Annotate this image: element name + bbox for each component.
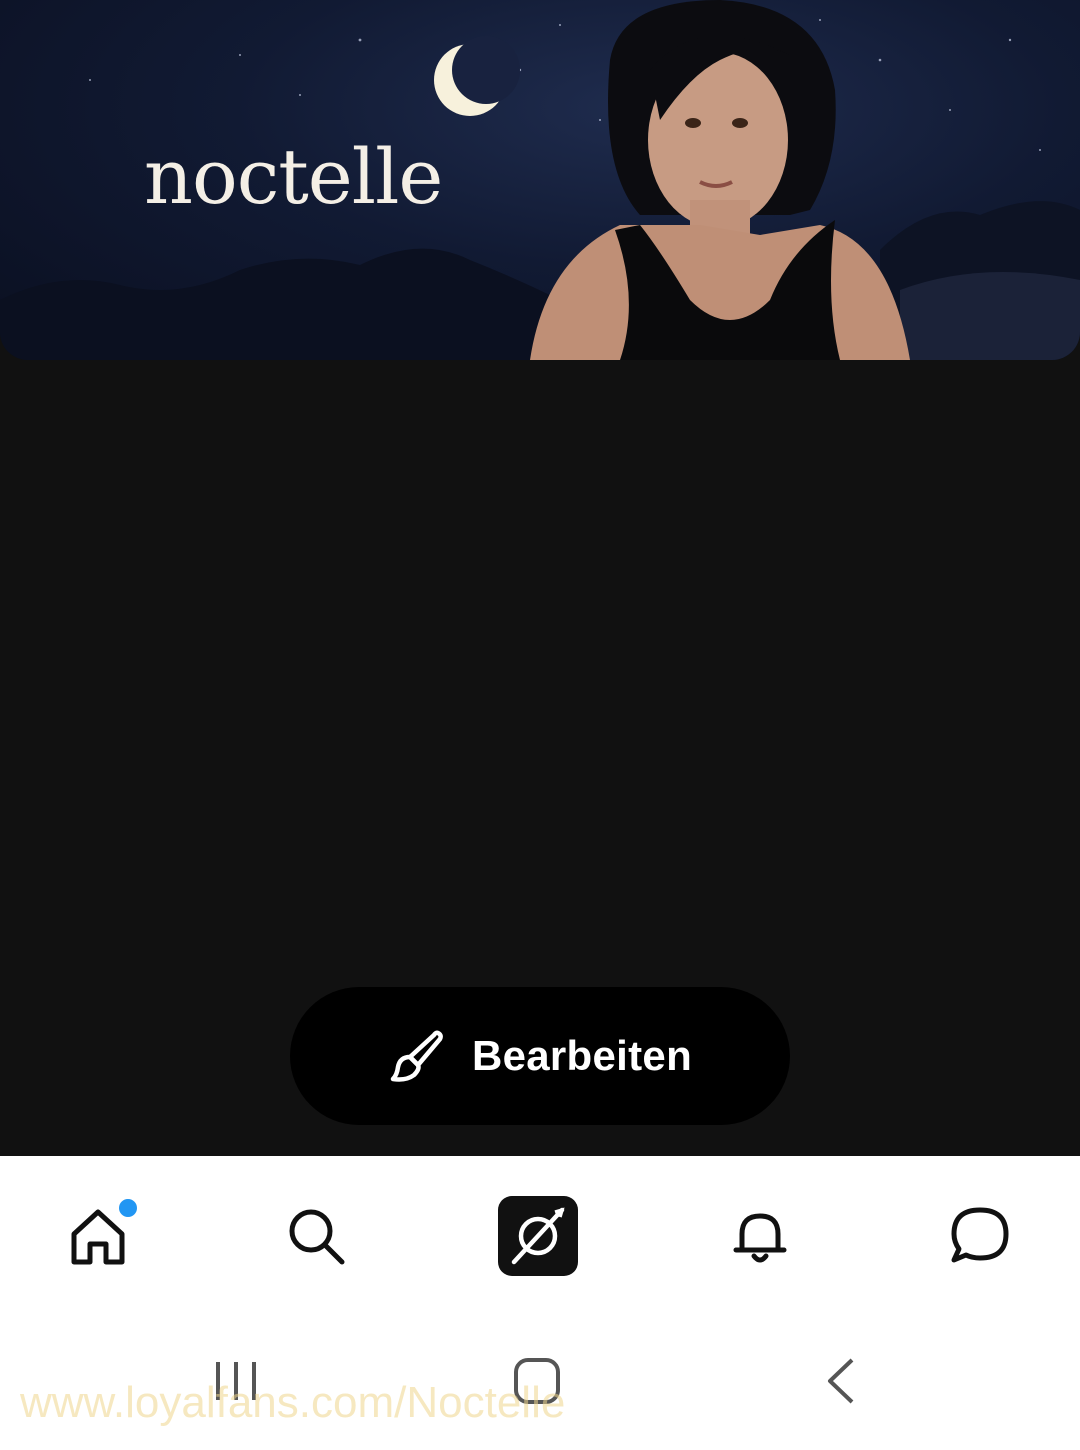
moon-icon xyxy=(434,36,520,116)
bottom-navigation xyxy=(0,1156,1080,1316)
back-button[interactable] xyxy=(816,1356,868,1406)
profile-person-image xyxy=(530,0,910,360)
home-button[interactable] xyxy=(512,1356,564,1406)
back-chevron-icon xyxy=(828,1358,854,1404)
brand-logo-text: noctelle xyxy=(144,132,443,221)
nav-notifications[interactable] xyxy=(720,1196,800,1276)
app-tile xyxy=(498,1196,578,1276)
search-icon xyxy=(289,1209,345,1265)
app-logo-icon xyxy=(511,1207,565,1265)
bell-icon xyxy=(733,1213,787,1263)
recents-button[interactable] xyxy=(210,1356,262,1406)
home-square-icon xyxy=(514,1358,560,1404)
nav-messages[interactable] xyxy=(940,1196,1020,1276)
recents-icon xyxy=(216,1362,256,1400)
nav-home[interactable] xyxy=(58,1196,140,1276)
nav-app[interactable] xyxy=(498,1196,578,1276)
chat-bubble-icon xyxy=(951,1207,1009,1263)
paintbrush-icon xyxy=(390,1030,443,1082)
system-navigation-bar xyxy=(0,1316,1080,1450)
edit-button[interactable]: Bearbeiten xyxy=(290,987,790,1125)
notification-badge-dot xyxy=(116,1196,140,1220)
profile-banner: noctelle xyxy=(0,0,1080,360)
edit-button-label: Bearbeiten xyxy=(471,1032,693,1079)
nav-search[interactable] xyxy=(276,1196,356,1276)
